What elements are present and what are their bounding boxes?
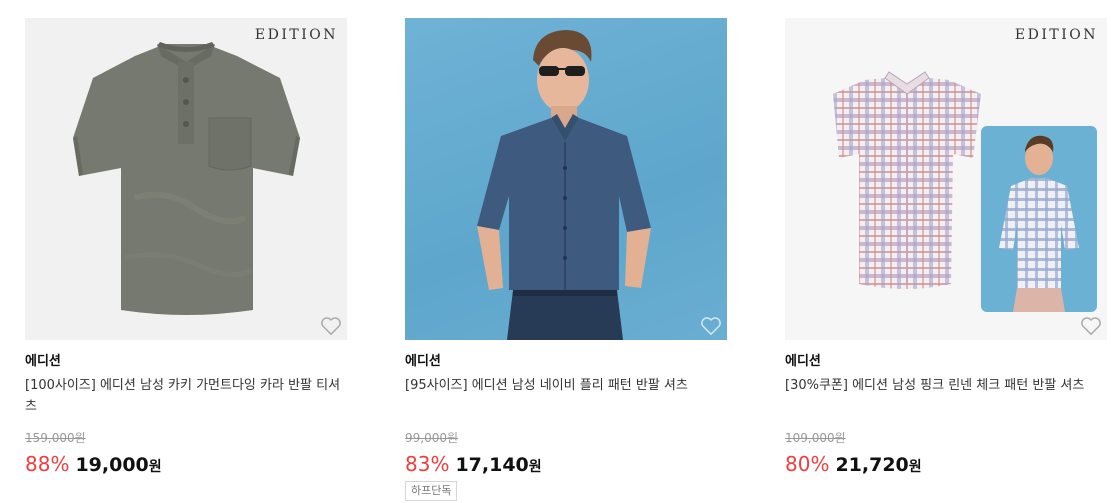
brand-logo: EDITION (254, 27, 338, 43)
khaki-polo-shirt-image (73, 42, 300, 315)
product-brand: 에디션 (25, 354, 61, 369)
product-image[interactable] (405, 18, 727, 340)
exclusive-badge: 하프단독 (405, 481, 458, 501)
currency-unit: 원 (528, 459, 542, 475)
product-card[interactable]: EDITION 에디션 [30%쿠폰] 에디션 남성 핑크 린넨 체크 패턴 반… (785, 18, 1107, 479)
discount-rate: 88% (25, 452, 70, 476)
discount-rate: 83% (405, 452, 450, 476)
original-price: 99,000원 (405, 431, 459, 445)
product-title[interactable]: [100사이즈] 에디션 남성 카키 가먼트다잉 카라 반팔 티셔츠 (25, 375, 347, 423)
sale-price: 17,140 (455, 454, 529, 476)
discount-rate: 80% (785, 452, 830, 476)
product-brand: 에디션 (785, 354, 821, 369)
pink-check-shirt-image (833, 71, 1097, 312)
original-price: 159,000원 (25, 431, 86, 445)
heart-icon[interactable] (700, 316, 722, 336)
price-row: 80% 21,720원 (785, 449, 1107, 479)
currency-unit: 원 (148, 459, 162, 475)
heart-icon[interactable] (1080, 316, 1102, 336)
price-row: 88% 19,000원 (25, 449, 347, 479)
sale-price: 19,000 (75, 454, 149, 476)
brand-logo: EDITION (1014, 27, 1098, 43)
price-row: 83% 17,140원 (405, 449, 727, 479)
heart-icon[interactable] (320, 316, 342, 336)
product-brand: 에디션 (405, 354, 441, 369)
product-card[interactable]: EDITION 에디션 [100사이즈] 에디션 남성 카키 가먼트다잉 카라 (25, 18, 347, 479)
navy-shirt-model-image (477, 30, 651, 340)
original-price: 109,000원 (785, 431, 846, 445)
product-image[interactable]: EDITION (25, 18, 347, 340)
product-image[interactable]: EDITION (785, 18, 1107, 340)
product-title[interactable]: [95사이즈] 에디션 남성 네이비 플리 패턴 반팔 셔츠 (405, 375, 727, 423)
product-title[interactable]: [30%쿠폰] 에디션 남성 핑크 린넨 체크 패턴 반팔 셔츠 (785, 375, 1107, 423)
sale-price: 21,720 (835, 454, 909, 476)
product-card[interactable]: 에디션 [95사이즈] 에디션 남성 네이비 플리 패턴 반팔 셔츠 99,00… (405, 18, 727, 501)
currency-unit: 원 (908, 459, 922, 475)
